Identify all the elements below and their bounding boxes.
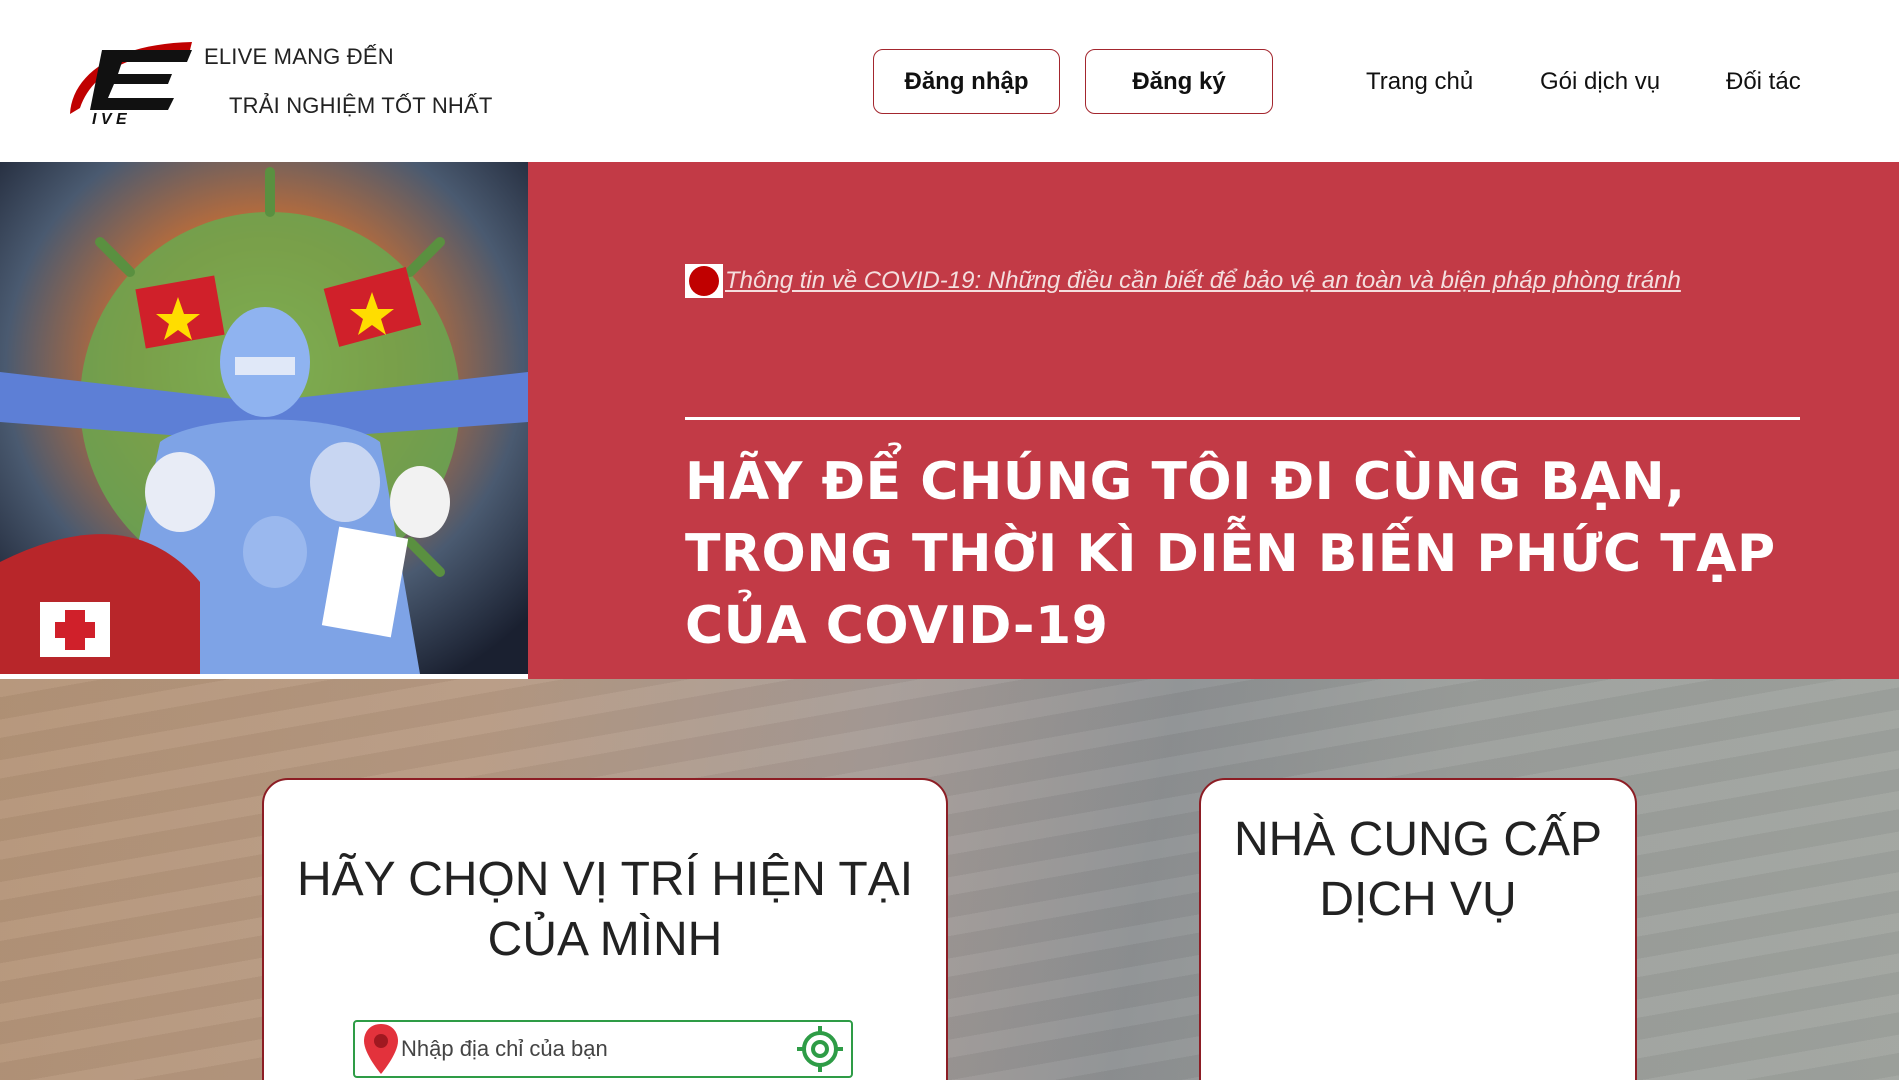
login-button[interactable]: Đăng nhập [873, 49, 1060, 114]
location-card-title: HÃY CHỌN VỊ TRÍ HIỆN TẠI CỦA MÌNH [264, 850, 946, 970]
hero-title-line-2: TRONG THỜI KÌ DIỄN BIẾN PHỨC TẠP [685, 524, 1776, 584]
location-card-title-line-1: HÃY CHỌN VỊ TRÍ HIỆN TẠI [296, 853, 914, 906]
location-card-title-line-2: CỦA MÌNH [487, 913, 723, 966]
provider-card: NHÀ CUNG CẤP DỊCH VỤ [1199, 778, 1637, 1080]
site-header: I V E ELIVE MANG ĐẾN TRẢI NGHIỆM TỐT NHẤ… [0, 0, 1899, 162]
nav-services[interactable]: Gói dịch vụ [1540, 68, 1660, 96]
hero-divider [685, 417, 1800, 420]
register-button[interactable]: Đăng ký [1085, 49, 1273, 114]
hero-title: HÃY ĐỂ CHÚNG TÔI ĐI CÙNG BẠN, TRONG THỜI… [685, 446, 1825, 662]
provider-card-title-line-1: NHÀ CUNG CẤP [1233, 813, 1603, 866]
covid-info-link-text: Thông tin về COVID-19: Những điều cần bi… [725, 267, 1681, 294]
provider-card-title-line-2: DỊCH VỤ [1319, 873, 1517, 926]
covid-info-link[interactable]: Thông tin về COVID-19: Những điều cần bi… [685, 264, 1681, 298]
nav-home[interactable]: Trang chủ [1366, 68, 1473, 96]
elive-logo[interactable]: I V E [62, 36, 196, 128]
address-input[interactable] [401, 1029, 795, 1069]
provider-card-title: NHÀ CUNG CẤP DỊCH VỤ [1201, 810, 1635, 930]
red-dot-icon [685, 264, 723, 298]
locate-target-icon[interactable] [795, 1024, 845, 1074]
tagline-line-1: ELIVE MANG ĐẾN [204, 44, 394, 69]
svg-text:I V E: I V E [92, 111, 128, 128]
map-pin-icon [364, 1024, 398, 1074]
hero-title-line-3: CỦA COVID-19 [685, 596, 1109, 656]
address-field[interactable] [353, 1020, 853, 1078]
tagline-line-2: TRẢI NGHIỆM TỐT NHẤT [229, 93, 493, 118]
hero-title-line-1: HÃY ĐỂ CHÚNG TÔI ĐI CÙNG BẠN, [685, 452, 1686, 512]
nav-partners[interactable]: Đối tác [1726, 68, 1801, 96]
covid-heroes-illustration [0, 162, 528, 674]
